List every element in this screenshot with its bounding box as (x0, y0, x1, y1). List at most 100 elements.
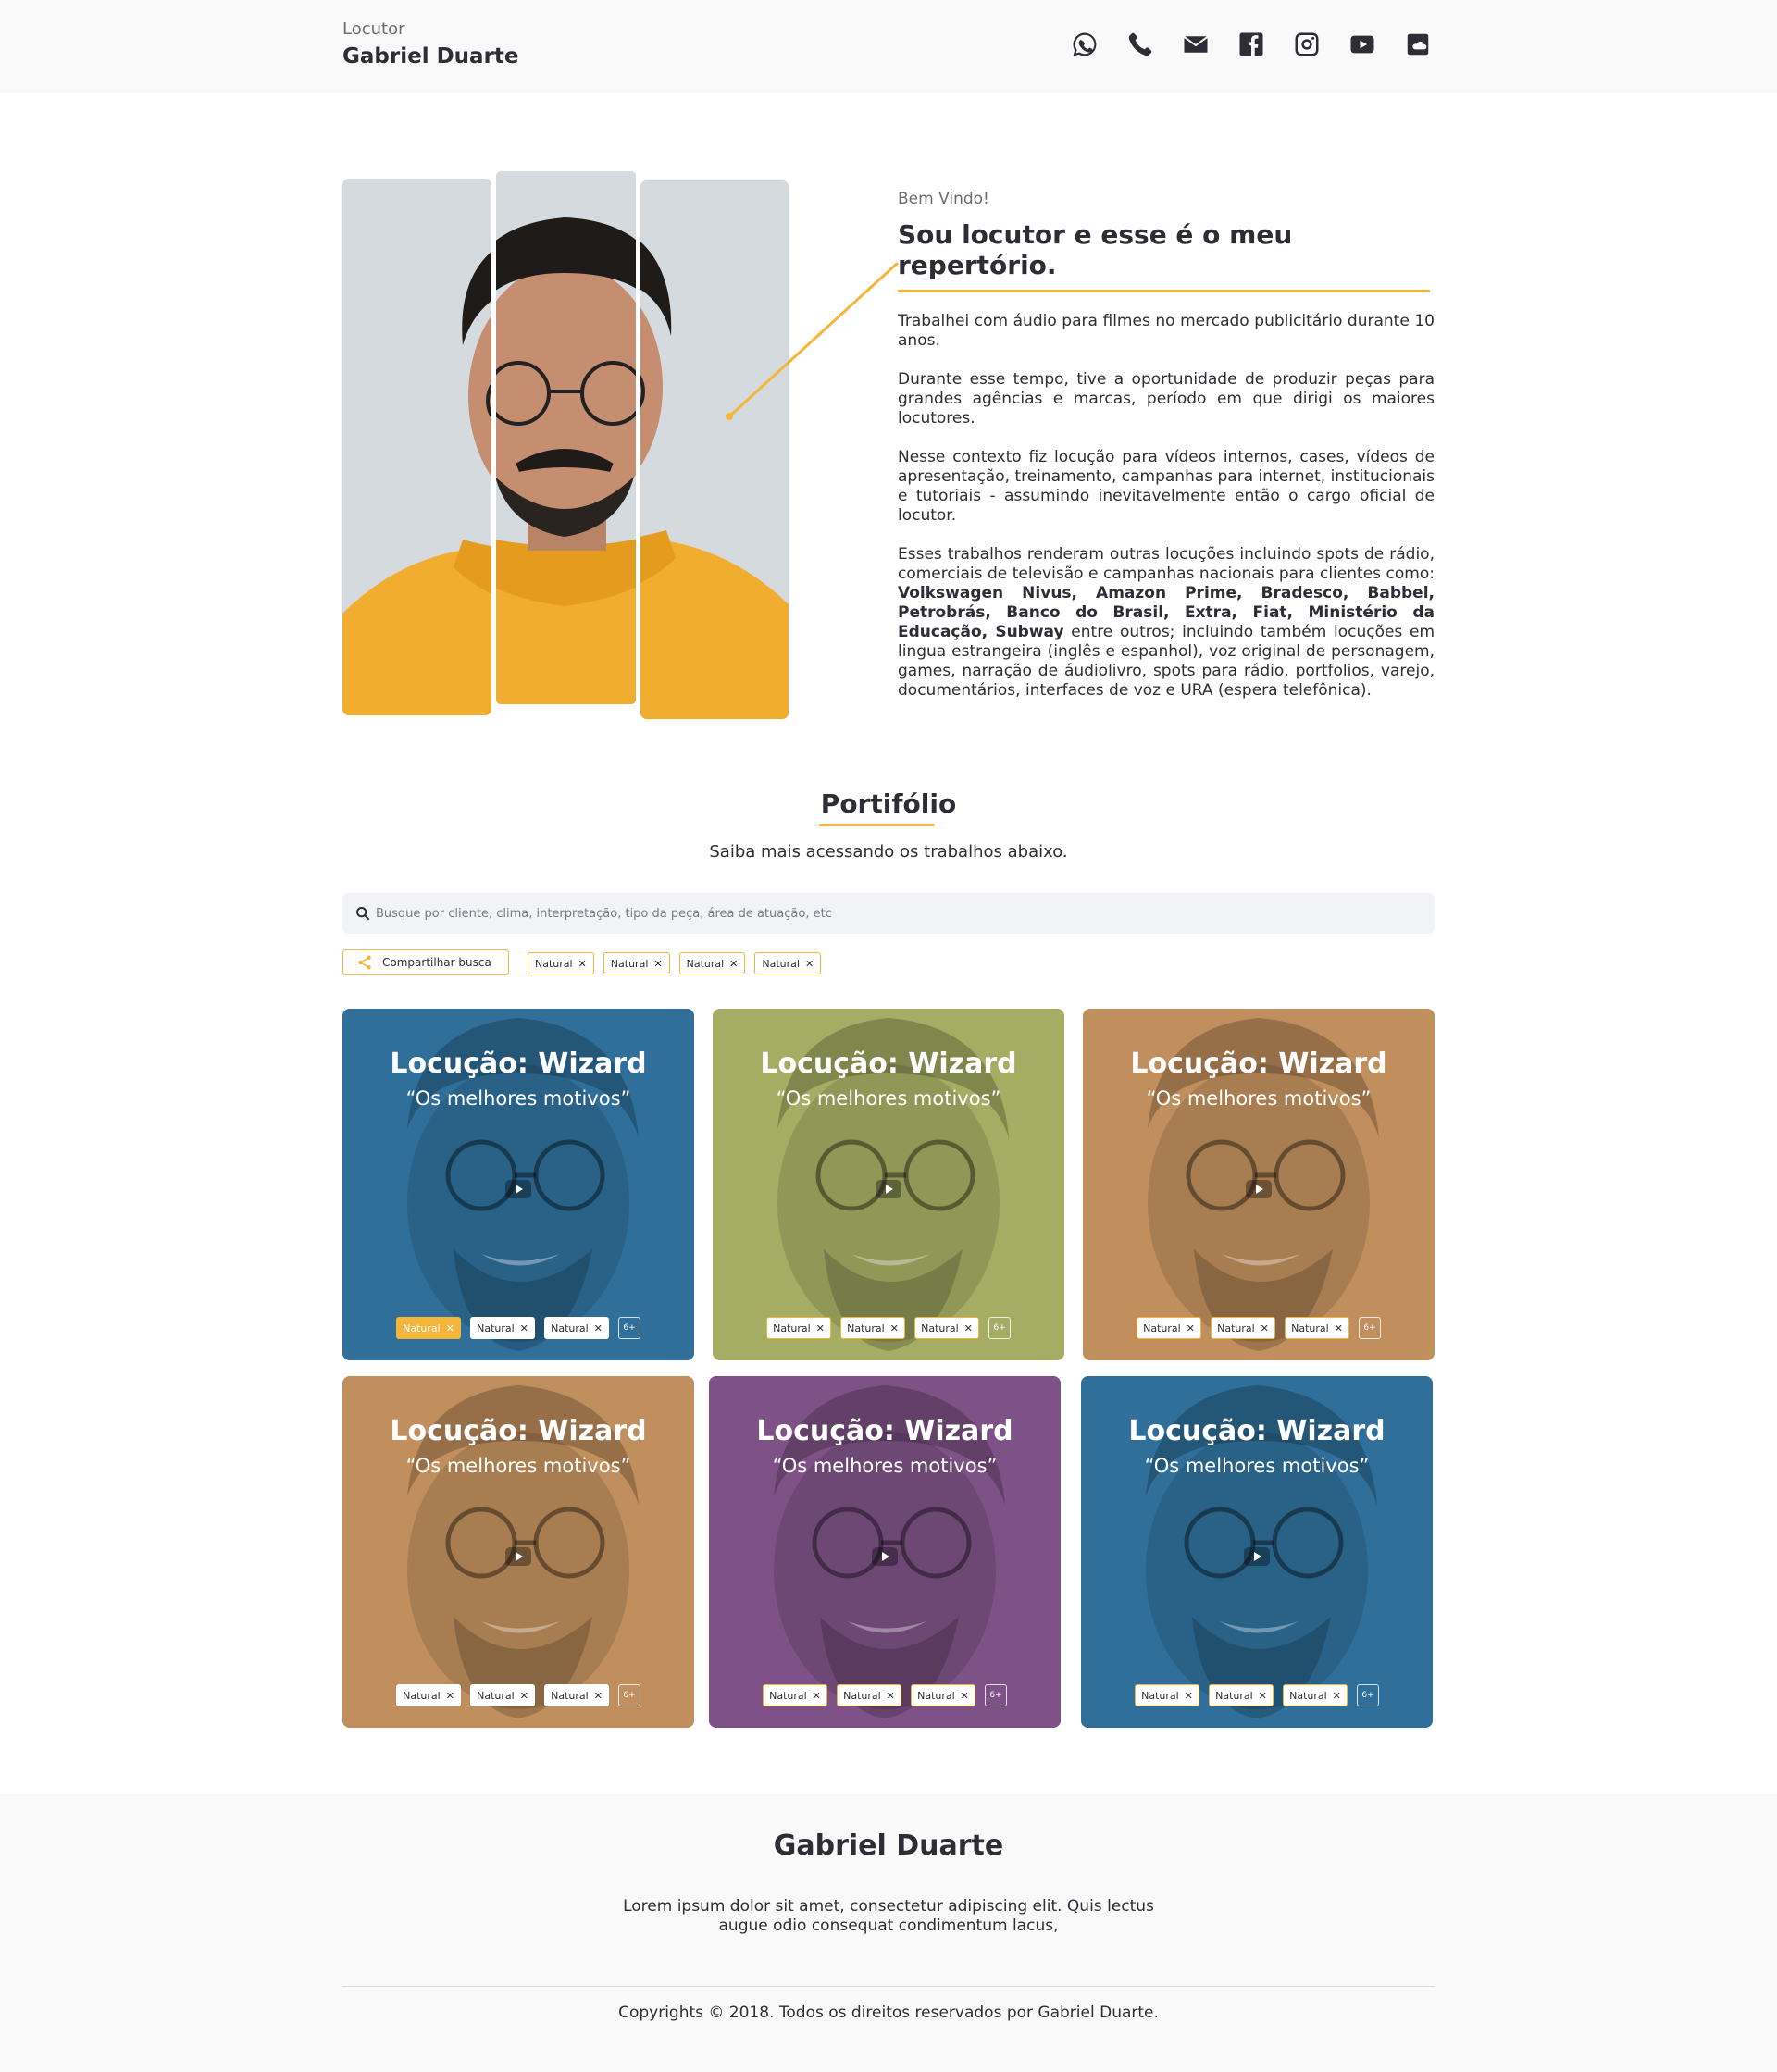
close-icon[interactable]: ✕ (1259, 1690, 1267, 1702)
more-tags-badge[interactable]: 6+ (1359, 1317, 1381, 1339)
tag-chip[interactable]: Natural ✕ (914, 1317, 979, 1339)
more-tags-badge[interactable]: 6+ (985, 1684, 1007, 1706)
tag-chip[interactable]: Natural ✕ (544, 1684, 609, 1706)
tag-chip[interactable]: Natural ✕ (837, 1684, 901, 1706)
portfolio-card[interactable]: Locução: Wizard “Os melhores motivos” Natu… (713, 1009, 1064, 1360)
card-tags: Natural ✕ Natural ✕ Natural ✕ 6+ (342, 1684, 694, 1706)
close-icon[interactable]: ✕ (1261, 1322, 1269, 1334)
site-header: Locutor Gabriel Duarte (0, 0, 1777, 93)
portfolio-title: Portifólio (820, 788, 957, 819)
portrait-strip (342, 179, 491, 715)
footer-name: Gabriel Duarte (773, 1830, 1004, 1862)
close-icon[interactable]: ✕ (1187, 1322, 1195, 1334)
close-icon[interactable]: ✕ (594, 1690, 603, 1702)
instagram-icon[interactable] (1290, 28, 1323, 61)
site-footer: Gabriel Duarte Lorem ipsum dolor sit ame… (0, 1794, 1777, 2072)
play-icon[interactable] (505, 1180, 531, 1198)
portfolio-card[interactable]: Locução: Wizard “Os melhores motivos” Natu… (342, 1009, 694, 1360)
close-icon[interactable]: ✕ (813, 1690, 821, 1702)
tag-label: Natural (917, 1689, 955, 1702)
tag-label: Natural (403, 1689, 441, 1702)
card-title: Locução: Wizard (760, 1048, 1017, 1080)
close-icon[interactable]: ✕ (446, 1690, 454, 1702)
tag-label: Natural (1215, 1689, 1253, 1702)
tag-label: Natural (769, 1689, 807, 1702)
filter-chip[interactable]: Natural ✕ (528, 952, 594, 974)
share-search-button[interactable]: Compartilhar busca (342, 949, 509, 975)
brand-name[interactable]: Gabriel Duarte (342, 44, 519, 68)
bio-paragraph: Trabalhei com áudio para filmes no merca… (898, 312, 1435, 350)
tag-chip[interactable]: Natural ✕ (911, 1684, 975, 1706)
more-tags-badge[interactable]: 6+ (988, 1317, 1011, 1339)
tag-chip[interactable]: Natural ✕ (840, 1317, 905, 1339)
filter-chip[interactable]: Natural ✕ (678, 952, 746, 974)
portfolio-card[interactable]: Locução: Wizard “Os melhores motivos” Natu… (1081, 1376, 1433, 1728)
play-icon[interactable] (872, 1547, 898, 1566)
close-icon[interactable]: ✕ (520, 1690, 528, 1702)
tag-chip[interactable]: Natural ✕ (1135, 1684, 1199, 1706)
tag-label: Natural (477, 1689, 515, 1702)
filter-chip[interactable]: Natural ✕ (603, 952, 670, 974)
close-icon[interactable]: ✕ (1333, 1690, 1341, 1702)
play-icon[interactable] (1246, 1180, 1272, 1198)
tag-chip[interactable]: Natural ✕ (470, 1317, 535, 1339)
play-icon[interactable] (505, 1547, 531, 1566)
divider (342, 1986, 1435, 1987)
phone-icon[interactable] (1124, 28, 1157, 61)
close-icon[interactable]: ✕ (520, 1322, 528, 1334)
close-icon[interactable]: ✕ (961, 1690, 969, 1702)
more-tags-badge[interactable]: 6+ (618, 1684, 640, 1706)
tag-chip[interactable]: Natural ✕ (470, 1684, 535, 1706)
close-icon[interactable]: ✕ (446, 1322, 454, 1334)
tag-label: Natural (921, 1321, 959, 1334)
portfolio-card[interactable]: Locução: Wizard “Os melhores motivos” Natu… (342, 1376, 694, 1728)
tag-chip[interactable]: Natural ✕ (544, 1317, 609, 1339)
youtube-icon[interactable] (1346, 28, 1379, 61)
facebook-icon[interactable] (1235, 28, 1268, 61)
tag-chip[interactable]: Natural ✕ (1285, 1317, 1349, 1339)
play-icon[interactable] (876, 1180, 901, 1198)
tag-chip[interactable]: Natural ✕ (1211, 1317, 1275, 1339)
tag-chip[interactable]: Natural ✕ (763, 1684, 827, 1706)
soundcloud-icon[interactable] (1401, 28, 1435, 61)
card-tags: Natural ✕ Natural ✕ Natural ✕ 6+ (1081, 1684, 1433, 1706)
tag-label: Natural (477, 1321, 515, 1334)
play-icon[interactable] (1244, 1547, 1270, 1566)
close-icon[interactable]: ✕ (1185, 1690, 1193, 1702)
search-bar (342, 893, 1435, 934)
portfolio-card[interactable]: Locução: Wizard “Os melhores motivos” Natu… (1083, 1009, 1435, 1360)
close-icon[interactable]: ✕ (816, 1322, 825, 1334)
close-icon[interactable]: ✕ (887, 1690, 895, 1702)
close-icon[interactable]: ✕ (653, 958, 662, 970)
close-icon[interactable]: ✕ (1335, 1322, 1343, 1334)
more-tags-badge[interactable]: 6+ (1357, 1684, 1379, 1706)
card-tags: Natural ✕ Natural ✕ Natural ✕ 6+ (709, 1684, 1061, 1706)
close-icon[interactable]: ✕ (578, 958, 587, 970)
share-label: Compartilhar busca (382, 956, 491, 969)
search-input[interactable] (376, 906, 1394, 921)
card-subtitle: “Os melhores motivos” (405, 1087, 631, 1110)
tag-label: Natural (1143, 1321, 1181, 1334)
close-icon[interactable]: ✕ (964, 1322, 973, 1334)
tag-chip[interactable]: Natural ✕ (766, 1317, 831, 1339)
mail-icon[interactable] (1179, 28, 1212, 61)
tag-chip[interactable]: Natural ✕ (396, 1317, 461, 1339)
tag-label: Natural (773, 1321, 811, 1334)
more-tags-badge[interactable]: 6+ (618, 1317, 640, 1339)
tag-chip[interactable]: Natural ✕ (1283, 1684, 1348, 1706)
close-icon[interactable]: ✕ (594, 1322, 603, 1334)
card-title: Locução: Wizard (756, 1415, 1013, 1447)
tag-label: Natural (1217, 1321, 1255, 1334)
portfolio-card[interactable]: Locução: Wizard “Os melhores motivos” Natu… (709, 1376, 1061, 1728)
tag-chip[interactable]: Natural ✕ (396, 1684, 461, 1706)
portrait-collage (342, 169, 789, 719)
filter-chip[interactable]: Natural ✕ (754, 952, 822, 974)
bio-text: Esses trabalhos renderam outras locuções… (898, 545, 1435, 583)
tag-chip[interactable]: Natural ✕ (1209, 1684, 1274, 1706)
close-icon[interactable]: ✕ (890, 1322, 899, 1334)
close-icon[interactable]: ✕ (805, 958, 814, 970)
tag-chip[interactable]: Natural ✕ (1137, 1317, 1201, 1339)
close-icon[interactable]: ✕ (729, 958, 738, 970)
whatsapp-icon[interactable] (1068, 28, 1101, 61)
card-subtitle: “Os melhores motivos” (776, 1087, 1001, 1110)
